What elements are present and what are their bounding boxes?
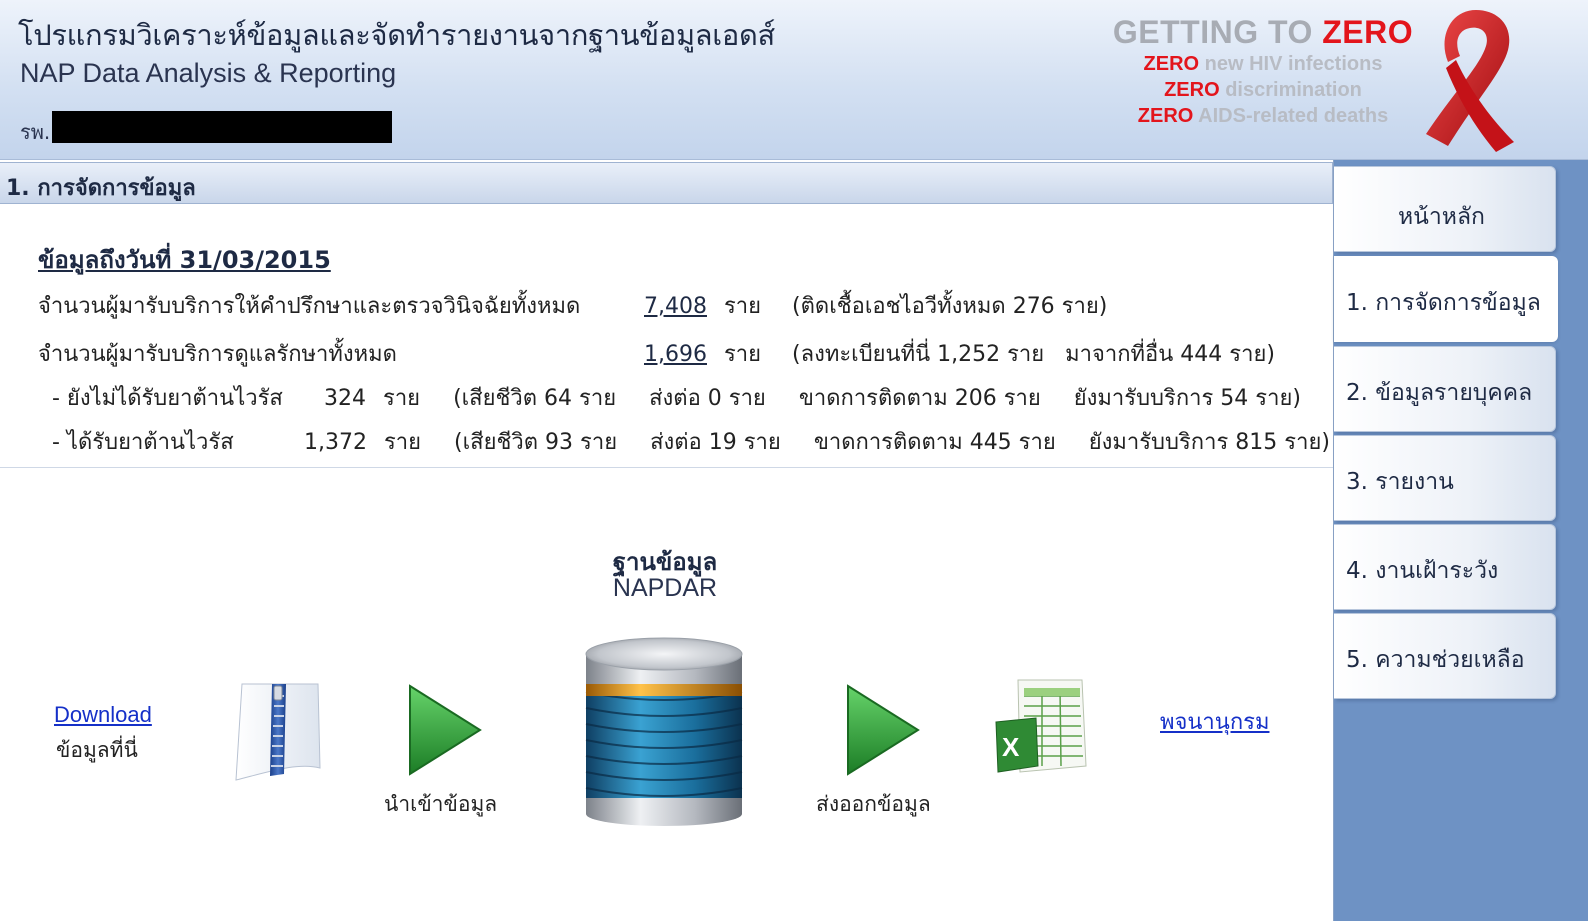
section-title: 1. การจัดการข้อมูล — [6, 176, 196, 201]
campaign-zero-word: ZERO — [1137, 105, 1194, 127]
hospital-name-redacted — [52, 111, 392, 143]
excel-file-icon[interactable]: X — [990, 674, 1094, 782]
stat-unit: ราย — [723, 342, 762, 367]
side-navigation: หน้าหลัก 1. การจัดการข้อมูล 2. ข้อมูลราย… — [1333, 160, 1588, 921]
stat-label: - ได้รับยาต้านไวรัส — [52, 430, 234, 455]
tab-home[interactable]: หน้าหลัก — [1334, 166, 1556, 252]
tab-surveillance[interactable]: 4. งานเฝ้าระวัง — [1334, 524, 1556, 610]
stat-row-no-arv: - ยังไม่ได้รับยาต้านไวรัส — [52, 380, 283, 415]
stat-detail-lost: ขาดการติดตาม 206 ราย — [798, 386, 1041, 411]
stat-value: 324 — [324, 386, 366, 411]
zip-file-icon[interactable] — [228, 676, 332, 788]
stat-value: 7,408 — [644, 294, 707, 319]
stat-row-treatment: จำนวนผู้มารับบริการดูแลรักษาทั้งหมด — [38, 336, 397, 371]
tab-label: หน้าหลัก — [1398, 204, 1485, 230]
stat-detail-died: (เสียชีวิต 93 ราย — [454, 430, 618, 455]
tab-label: 3. รายงาน — [1346, 469, 1454, 495]
red-ribbon-icon — [1426, 10, 1514, 152]
download-link[interactable]: Download — [54, 702, 152, 728]
stat-unit: ราย — [383, 386, 421, 411]
stat-detail-lost: ขาดการติดตาม 445 ราย — [813, 430, 1056, 455]
tab-individual-data[interactable]: 2. ข้อมูลรายบุคคล — [1334, 346, 1556, 432]
campaign-zero-word: ZERO — [1143, 53, 1200, 75]
database-icon — [585, 637, 743, 826]
campaign-line-2: discrimination — [1225, 79, 1362, 101]
section-title-bar: 1. การจัดการข้อมูล — [0, 162, 1333, 204]
dictionary-link[interactable]: พจนานุกรม — [1160, 704, 1269, 739]
tab-label: 1. การจัดการข้อมูล — [1346, 290, 1541, 316]
export-arrow-icon[interactable] — [842, 682, 922, 778]
stat-detail: (ติดเชื้อเอชไอวีทั้งหมด 276 ราย) — [792, 294, 1108, 319]
stat-value: 1,372 — [304, 430, 367, 455]
tab-label: 4. งานเฝ้าระวัง — [1346, 558, 1499, 584]
stat-value: 1,696 — [644, 342, 707, 367]
stat-detail: (ลงทะเบียนที่นี่ 1,252 ราย มาจากที่อื่น … — [792, 342, 1275, 367]
stat-value-group: 1,696 ราย (ลงทะเบียนที่นี่ 1,252 ราย มาจ… — [644, 336, 1275, 371]
campaign-line-1: new HIV infections — [1204, 53, 1383, 75]
campaign-line-3: AIDS-related deaths — [1198, 105, 1389, 127]
summary-stats: ข้อมูลถึงวันที่ 31/03/2015 จำนวนผู้มารับ… — [0, 204, 1333, 468]
app-title-thai: โปรแกรมวิเคราะห์ข้อมูลและจัดทำรายงานจากฐ… — [18, 18, 775, 52]
stat-label: - ยังไม่ได้รับยาต้านไวรัส — [52, 386, 283, 411]
stat-label: จำนวนผู้มารับบริการดูแลรักษาทั้งหมด — [38, 342, 397, 367]
hospital-label: รพ. — [20, 120, 51, 144]
stat-value-group: 7,408 ราย (ติดเชื้อเอชไอวีทั้งหมด 276 รา… — [644, 288, 1107, 323]
data-flow-panel: Download ข้อมูลที่นี่ นำเข้าข้อมูล ฐานข้… — [0, 470, 1333, 921]
stat-detail-referred: ส่งต่อ 19 ราย — [650, 430, 781, 455]
tab-help[interactable]: 5. ความช่วยเหลือ — [1334, 613, 1556, 699]
tab-label: 5. ความช่วยเหลือ — [1346, 647, 1525, 673]
app-title-english: NAP Data Analysis & Reporting — [20, 58, 397, 88]
stat-value-group: 324 ราย (เสียชีวิต 64 ราย ส่งต่อ 0 ราย ข… — [324, 380, 1301, 415]
export-label[interactable]: ส่งออกข้อมูล — [816, 788, 931, 821]
stat-unit: ราย — [723, 294, 762, 319]
tab-data-management[interactable]: 1. การจัดการข้อมูล — [1334, 256, 1558, 342]
getting-to-zero-logo: GETTING TO ZERO ZERO new HIV infections … — [1098, 14, 1428, 129]
campaign-zero-word: ZERO — [1164, 79, 1220, 101]
stat-detail-referred: ส่งต่อ 0 ราย — [649, 386, 766, 411]
tab-reports[interactable]: 3. รายงาน — [1334, 435, 1556, 521]
import-arrow-icon[interactable] — [404, 682, 484, 778]
stat-detail-died: (เสียชีวิต 64 ราย — [453, 386, 617, 411]
svg-text:X: X — [1002, 732, 1020, 762]
stat-detail-active: ยังมารับบริการ 815 ราย) — [1088, 430, 1330, 455]
tab-label: 2. ข้อมูลรายบุคคล — [1346, 380, 1533, 406]
download-sub-label: ข้อมูลที่นี่ — [56, 738, 138, 762]
stat-row-on-arv: - ได้รับยาต้านไวรัส — [52, 424, 234, 459]
stat-value-group: 1,372 ราย (เสียชีวิต 93 ราย ส่งต่อ 19 รา… — [304, 424, 1330, 459]
campaign-head-a: GETTING TO — [1112, 14, 1313, 50]
data-as-of-date: ข้อมูลถึงวันที่ 31/03/2015 — [38, 246, 331, 274]
stat-label: จำนวนผู้มารับบริการให้คำปรึกษาและตรวจวิน… — [38, 294, 581, 319]
import-label[interactable]: นำเข้าข้อมูล — [384, 788, 497, 821]
stat-unit: ราย — [383, 430, 422, 455]
database-title-english: NAPDAR — [612, 574, 718, 602]
campaign-head-b: ZERO — [1322, 14, 1414, 50]
app-header: โปรแกรมวิเคราะห์ข้อมูลและจัดทำรายงานจากฐ… — [0, 0, 1588, 160]
stat-detail-active: ยังมารับบริการ 54 ราย) — [1073, 386, 1301, 411]
stat-row-counseling: จำนวนผู้มารับบริการให้คำปรึกษาและตรวจวิน… — [38, 288, 580, 323]
